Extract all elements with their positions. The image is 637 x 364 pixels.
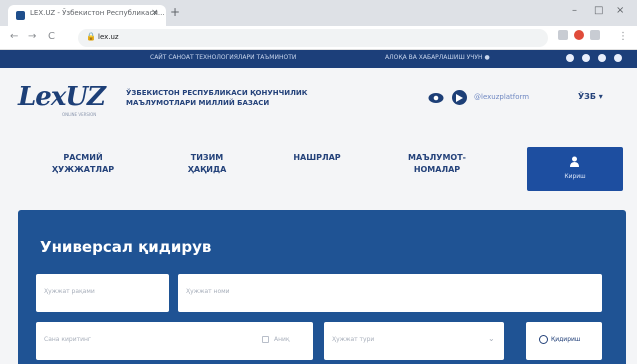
site-logo[interactable]: LexUZ ONLINE VERSION bbox=[18, 82, 120, 118]
telegram-icon[interactable] bbox=[452, 90, 467, 105]
user-icon bbox=[570, 156, 579, 167]
nav-item-label: МАЪЛУМОТ- bbox=[407, 153, 467, 162]
browser-tabstrip: LEX.UZ - Ўзбекистон Республикаси... × + … bbox=[0, 0, 637, 26]
telegram-handle[interactable]: @lexuzplatform bbox=[474, 93, 529, 101]
site-title: ЎЗБЕКИСТОН РЕСПУБЛИКАСИ ҚОНУНЧИЛИК МАЪЛУ… bbox=[126, 88, 376, 108]
nav-item-label: ҲУЖЖАТЛАР bbox=[51, 165, 115, 174]
logo-text: LexUZ bbox=[18, 82, 106, 112]
doc-type-placeholder: Ҳужжат тури bbox=[332, 336, 375, 343]
doc-name-input[interactable]: Ҳужжат номи bbox=[178, 274, 602, 312]
doc-type-select[interactable]: Ҳужжат тури ⌄ bbox=[324, 322, 504, 360]
search-button[interactable]: Қидириш bbox=[526, 322, 602, 360]
site-title-line2: МАЪЛУМОТЛАРИ МИЛЛИЙ БАЗАСИ bbox=[126, 99, 270, 107]
browser-tab[interactable]: LEX.UZ - Ўзбекистон Республикаси... × bbox=[8, 5, 166, 26]
browser-toolbar: ← → C 🔒 lex.uz ⋮ bbox=[0, 26, 637, 50]
date-placeholder: Сана киритинг bbox=[44, 336, 92, 343]
topbar-left-text[interactable]: САЙТ САНОАТ ТЕХНОЛОГИЯЛАРИ ТАЪМИНОТИ bbox=[150, 54, 296, 61]
browser-menu-icon[interactable]: ⋮ bbox=[618, 31, 628, 42]
nav-item-official-documents[interactable]: РАСМИЙ ҲУЖЖАТЛАР bbox=[48, 152, 118, 176]
social-icon[interactable] bbox=[598, 54, 606, 62]
nav-item-about[interactable]: ТИЗИМ ҲАҚИДА bbox=[176, 152, 238, 176]
reload-icon[interactable]: C bbox=[48, 31, 55, 42]
logo-subtext: ONLINE VERSION bbox=[62, 112, 97, 117]
login-button[interactable]: Кириш bbox=[527, 147, 623, 191]
universal-search-panel: Универсал қидирув Ҳужжат рақами Ҳужжат н… bbox=[18, 210, 626, 364]
exact-checkbox[interactable] bbox=[262, 336, 269, 343]
address-url[interactable]: lex.uz bbox=[98, 33, 119, 41]
social-icon[interactable] bbox=[582, 54, 590, 62]
favicon-icon bbox=[16, 11, 25, 20]
nav-item-label: НОМАЛАР bbox=[413, 165, 461, 174]
social-icon[interactable] bbox=[566, 54, 574, 62]
site-header: LexUZ ONLINE VERSION ЎЗБЕКИСТОН РЕСПУБЛИ… bbox=[0, 68, 637, 136]
doc-name-placeholder: Ҳужжат номи bbox=[186, 288, 230, 295]
topbar-right-text[interactable]: АЛОҚА ВА ХАБАРЛАШИШ УЧУН ● bbox=[385, 54, 490, 61]
tab-title: LEX.UZ - Ўзбекистон Республикаси... bbox=[30, 9, 165, 17]
doc-number-input[interactable]: Ҳужжат рақами bbox=[36, 274, 169, 312]
maximize-icon[interactable]: □ bbox=[594, 5, 603, 16]
search-title: Универсал қидирув bbox=[40, 238, 212, 256]
site-title-line1: ЎЗБЕКИСТОН РЕСПУБЛИКАСИ ҚОНУНЧИЛИК bbox=[126, 89, 308, 97]
back-icon[interactable]: ← bbox=[10, 31, 18, 42]
eye-icon[interactable] bbox=[428, 92, 444, 104]
lock-icon: 🔒 bbox=[86, 32, 96, 41]
extension-icon[interactable] bbox=[558, 30, 568, 40]
nav-item-label: НАШРЛАР bbox=[293, 153, 341, 162]
address-bar[interactable]: 🔒 lex.uz bbox=[78, 29, 548, 47]
doc-number-placeholder: Ҳужжат рақами bbox=[44, 288, 95, 295]
date-input[interactable]: Сана киритинг Аниқ bbox=[36, 322, 313, 360]
minimize-icon[interactable]: – bbox=[572, 5, 577, 16]
site-topbar: САЙТ САНОАТ ТЕХНОЛОГИЯЛАРИ ТАЪМИНОТИ АЛО… bbox=[0, 50, 637, 68]
nav-item-publications[interactable]: НАШРЛАР bbox=[282, 152, 352, 164]
forward-icon[interactable]: → bbox=[28, 31, 36, 42]
search-button-label: Қидириш bbox=[551, 336, 581, 343]
language-selector[interactable]: ЎЗБ ▾ bbox=[578, 92, 603, 101]
nav-item-label: ҲАҚИДА bbox=[187, 165, 227, 174]
nav-item-reference[interactable]: МАЪЛУМОТ- НОМАЛАР bbox=[394, 152, 480, 176]
chevron-down-icon: ⌄ bbox=[488, 334, 495, 343]
login-label: Кириш bbox=[564, 173, 586, 180]
window-close-icon[interactable]: × bbox=[616, 5, 624, 16]
exact-label: Аниқ bbox=[274, 336, 290, 343]
nav-item-label: РАСМИЙ bbox=[63, 153, 103, 162]
social-icon[interactable] bbox=[614, 54, 622, 62]
tab-close-icon[interactable]: × bbox=[151, 8, 159, 18]
main-nav: РАСМИЙ ҲУЖЖАТЛАР ТИЗИМ ҲАҚИДА НАШРЛАР МА… bbox=[0, 136, 637, 198]
new-tab-icon[interactable]: + bbox=[170, 5, 180, 19]
search-icon bbox=[539, 335, 548, 344]
extension-icon[interactable] bbox=[590, 30, 600, 40]
extension-red-icon[interactable] bbox=[574, 30, 584, 40]
nav-item-label: ТИЗИМ bbox=[190, 153, 224, 162]
